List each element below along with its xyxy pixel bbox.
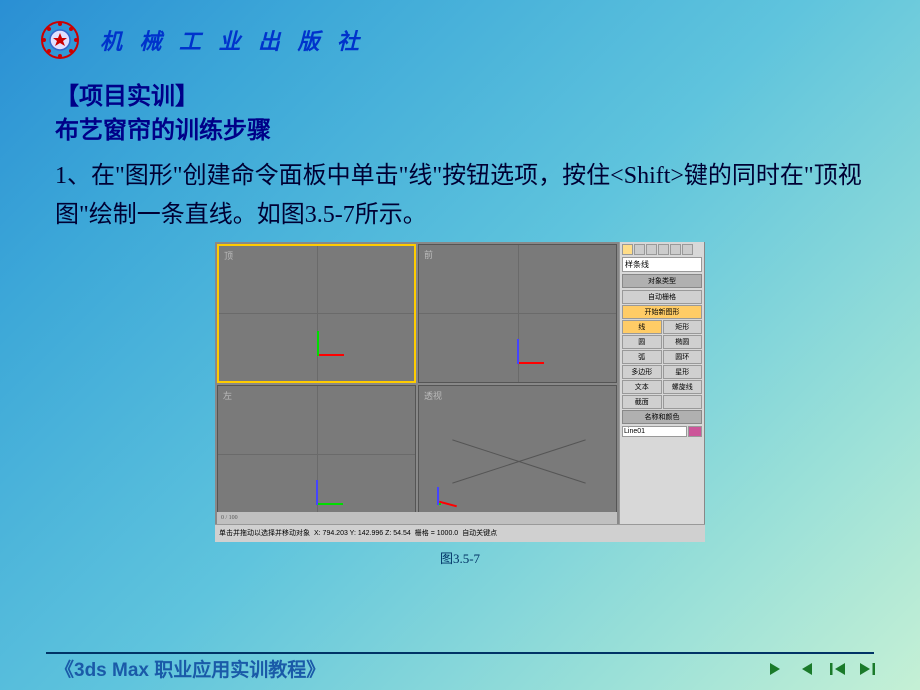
autogrid-checkbox[interactable]: 自动栅格 — [622, 290, 702, 304]
category-dropdown[interactable]: 样条线 — [622, 257, 702, 272]
circle-button[interactable]: 圆 — [622, 335, 662, 349]
axis-y-icon — [317, 331, 319, 356]
ngon-button[interactable]: 多边形 — [622, 365, 662, 379]
title-block: 【项目实训】 布艺窗帘的训练步骤 — [55, 80, 865, 147]
slide-header: 机 械 工 业 出 版 社 — [0, 0, 920, 70]
modify-tab-icon[interactable] — [634, 244, 645, 255]
nav-next-button[interactable] — [766, 659, 790, 679]
viewport-perspective[interactable]: 透视 — [418, 385, 617, 524]
footer-divider — [46, 652, 874, 654]
skip-back-icon — [827, 660, 849, 678]
rollout-name-color[interactable]: 名称和颜色 — [622, 410, 702, 424]
command-panel: 样条线 对象类型 自动栅格 开始新图形 线矩形 圆椭圆 弧圆环 多边形星形 文本… — [619, 242, 704, 542]
axis-z-icon — [316, 480, 318, 505]
footer-text: 《3ds Max 职业应用实训教程》 — [55, 655, 325, 682]
object-color-swatch[interactable] — [688, 426, 702, 437]
timeline-value: 0 / 100 — [221, 515, 238, 521]
viewport-label: 前 — [424, 248, 433, 261]
object-name-input[interactable]: Line01 — [622, 426, 687, 437]
donut-button[interactable]: 圆环 — [663, 350, 703, 364]
back-icon — [797, 660, 819, 678]
utilities-tab-icon[interactable] — [682, 244, 693, 255]
axis-x-icon — [519, 362, 544, 364]
star-button[interactable]: 星形 — [663, 365, 703, 379]
rectangle-button[interactable]: 矩形 — [663, 320, 703, 334]
body-text: 1、在"图形"创建命令面板中单击"线"按钮选项，按住<Shift>键的同时在"顶… — [55, 157, 865, 234]
empty-button — [663, 395, 703, 409]
nav-prev-button[interactable] — [796, 659, 820, 679]
text-button[interactable]: 文本 — [622, 380, 662, 394]
figure-caption: 图3.5-7 — [440, 548, 480, 567]
section-button[interactable]: 截面 — [622, 395, 662, 409]
skip-forward-icon — [857, 660, 879, 678]
status-grid: 栅格 = 1000.0 — [415, 528, 458, 538]
timeline-slider[interactable]: 0 / 100 — [217, 512, 617, 524]
ellipse-button[interactable]: 椭圆 — [663, 335, 703, 349]
viewport-label: 透视 — [424, 389, 442, 402]
axis-y-icon — [318, 503, 343, 505]
forward-icon — [767, 660, 789, 678]
axis-z-icon — [437, 487, 439, 505]
display-tab-icon[interactable] — [670, 244, 681, 255]
arc-button[interactable]: 弧 — [622, 350, 662, 364]
publisher-name: 机 械 工 业 出 版 社 — [100, 24, 365, 56]
perspective-grid-icon — [449, 426, 589, 496]
status-coords: X: 794.203 Y: 142.996 Z: 54.54 — [314, 530, 411, 537]
panel-tabs — [622, 244, 702, 255]
figure-container: 顶 前 左 透视 — [55, 242, 865, 567]
create-tab-icon[interactable] — [622, 244, 633, 255]
app-screenshot: 顶 前 左 透视 — [215, 242, 705, 542]
title-line-2: 布艺窗帘的训练步骤 — [55, 114, 865, 148]
nav-first-button[interactable] — [826, 659, 850, 679]
slide-content: 【项目实训】 布艺窗帘的训练步骤 1、在"图形"创建命令面板中单击"线"按钮选项… — [0, 70, 920, 567]
slide-footer: 《3ds Max 职业应用实训教程》 — [0, 652, 920, 690]
publisher-logo-icon — [40, 20, 80, 60]
viewport-front[interactable]: 前 — [418, 244, 617, 383]
line-button[interactable]: 线 — [622, 320, 662, 334]
axis-z-icon — [517, 339, 519, 364]
nav-buttons — [766, 659, 880, 679]
viewport-label: 顶 — [224, 249, 233, 262]
axis-y-icon — [439, 503, 441, 505]
status-hint: 单击并拖动以选择并移动对象 — [219, 528, 310, 538]
title-line-1: 【项目实训】 — [55, 80, 865, 114]
hierarchy-tab-icon[interactable] — [646, 244, 657, 255]
start-new-shape-check[interactable]: 开始新图形 — [622, 305, 702, 319]
nav-last-button[interactable] — [856, 659, 880, 679]
rollout-object-type[interactable]: 对象类型 — [622, 274, 702, 288]
helix-button[interactable]: 螺旋线 — [663, 380, 703, 394]
viewport-left[interactable]: 左 — [217, 385, 416, 524]
viewport-top[interactable]: 顶 — [217, 244, 416, 383]
axis-x-icon — [319, 354, 344, 356]
viewport-label: 左 — [223, 389, 232, 402]
motion-tab-icon[interactable] — [658, 244, 669, 255]
viewports-grid: 顶 前 左 透视 — [217, 244, 617, 524]
auto-key-button[interactable]: 自动关键点 — [462, 528, 497, 538]
status-bar: 单击并拖动以选择并移动对象 X: 794.203 Y: 142.996 Z: 5… — [215, 524, 705, 542]
axis-x-icon — [439, 501, 457, 508]
